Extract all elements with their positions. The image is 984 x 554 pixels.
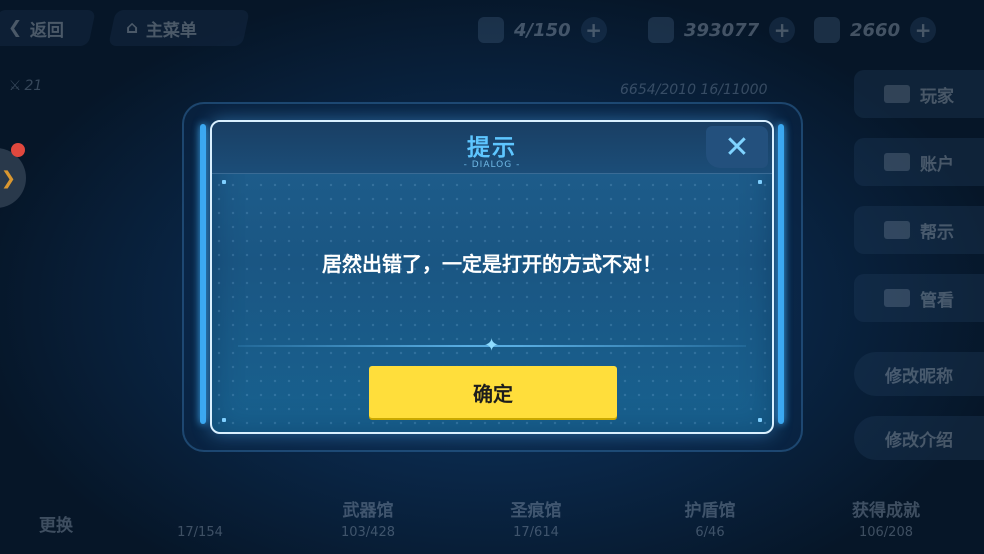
bottom-stat: 武器馆 103/428 <box>340 501 395 540</box>
resource-coin: 393077 + <box>648 14 796 46</box>
bottom-stat: 护盾馆 6/46 <box>684 501 736 540</box>
dialog: 提示 - DIALOG - ✕ 居然出错了，一定是打开的方式不对！ ✦ 确定 <box>210 120 774 434</box>
home-icon: ⌂ <box>126 18 139 38</box>
dialog-title: 提示 <box>467 135 517 161</box>
corner-dot <box>758 180 762 184</box>
dialog-header: 提示 - DIALOG - ✕ <box>212 122 772 174</box>
resource-stamina: 4/150 + <box>478 14 607 46</box>
bottom-stats: 更换 17/154 武器馆 103/428 圣痕馆 17/614 护盾馆 6/46 获… <box>0 484 984 554</box>
player-card-icon <box>884 85 910 103</box>
help-icon <box>884 221 910 239</box>
manage-icon <box>884 289 910 307</box>
dialog-subtitle: - DIALOG - <box>463 160 521 170</box>
menu-item-help[interactable]: 帮示 <box>854 206 984 254</box>
add-coin-button[interactable]: + <box>769 17 796 43</box>
edit-nickname-button[interactable]: 修改昵称 <box>854 352 984 396</box>
level-icon: ⚔ <box>10 78 25 94</box>
menu-item-player[interactable]: 玩家 <box>854 70 984 118</box>
confirm-button[interactable]: 确定 <box>369 366 617 418</box>
stamina-value: 4/150 <box>514 19 571 41</box>
account-icon <box>884 153 910 171</box>
dialog-right-accent <box>778 124 784 424</box>
game-scene: ❮ 返回 ⌂ 主菜单 4/150 + 393077 + 2660 + ⚔ 21 … <box>0 0 984 554</box>
top-bar: ❮ 返回 ⌂ 主菜单 4/150 + 393077 + 2660 + <box>0 0 984 60</box>
coin-value: 393077 <box>684 19 760 41</box>
player-stats: 6654/2010 16/11000 <box>620 82 768 98</box>
right-menu: 玩家 账户 帮示 管看 <box>854 70 984 342</box>
home-label: 主菜单 <box>146 20 198 41</box>
back-button[interactable]: ❮ 返回 <box>0 10 96 46</box>
home-button[interactable]: ⌂ 主菜单 <box>108 10 250 46</box>
corner-dot <box>758 418 762 422</box>
add-stamina-button[interactable]: + <box>580 17 607 43</box>
player-level: ⚔ 21 <box>10 78 43 94</box>
close-icon: ✕ <box>724 129 750 165</box>
close-button[interactable]: ✕ <box>706 126 768 168</box>
edit-intro-button[interactable]: 修改介绍 <box>854 416 984 460</box>
dialog-left-accent <box>200 124 206 424</box>
stamina-icon <box>478 17 504 43</box>
menu-item-manage[interactable]: 管看 <box>854 274 984 322</box>
back-arrow-icon: ❮ <box>8 18 23 38</box>
coin-icon <box>648 17 674 43</box>
back-label: 返回 <box>30 20 65 41</box>
resource-crystal: 2660 + <box>814 14 937 46</box>
menu-item-account[interactable]: 账户 <box>854 138 984 186</box>
corner-dot <box>222 418 226 422</box>
sparkle-icon: ✦ <box>484 335 500 356</box>
crystal-value: 2660 <box>850 19 901 41</box>
notification-dot <box>11 143 25 157</box>
bottom-stat: 17/154 <box>177 525 223 540</box>
add-crystal-button[interactable]: + <box>910 17 937 43</box>
bottom-stat: 圣痕馆 17/614 <box>510 501 562 540</box>
side-expand-button[interactable]: ❯ <box>0 148 26 208</box>
corner-dot <box>222 180 226 184</box>
crystal-icon <box>814 17 840 43</box>
bottom-stat[interactable]: 更换 <box>0 511 126 540</box>
dialog-message: 居然出错了，一定是打开的方式不对！ <box>322 252 662 276</box>
bottom-stat: 获得成就 106/208 <box>852 501 920 540</box>
chevron-right-icon: ❯ <box>0 168 16 189</box>
